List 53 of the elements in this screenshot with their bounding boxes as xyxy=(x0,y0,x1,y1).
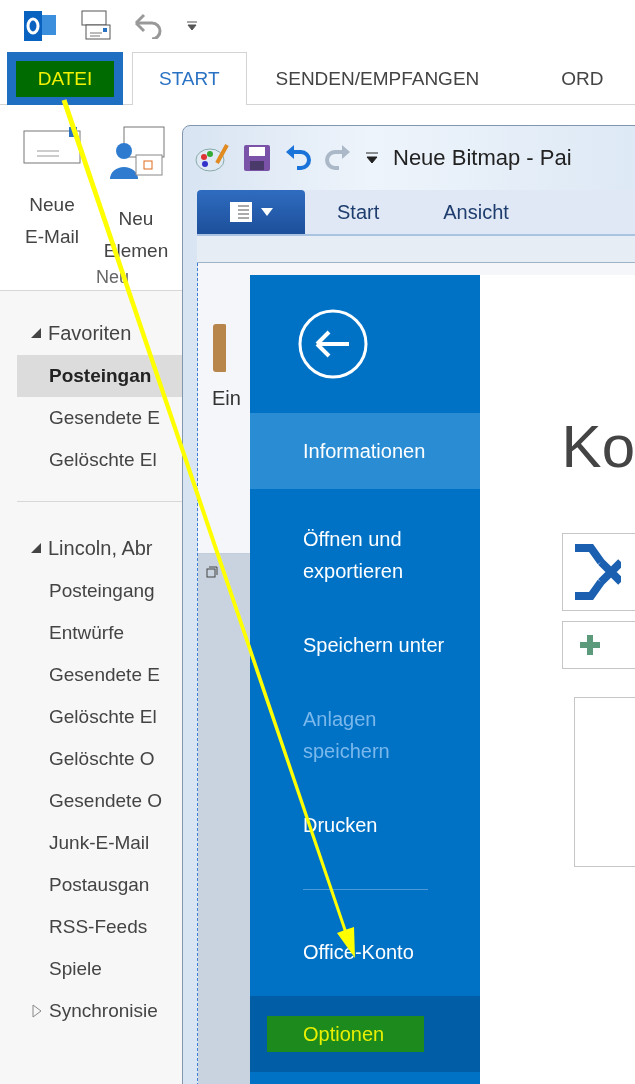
clipboard-icon[interactable] xyxy=(212,323,226,373)
document-icon xyxy=(229,201,253,223)
caret-icon[interactable] xyxy=(365,152,379,164)
restore-icon[interactable] xyxy=(206,566,218,578)
back-icon[interactable] xyxy=(297,308,369,380)
folder-group-label: Lincoln, Abr xyxy=(48,536,153,560)
send-receive-icon[interactable] xyxy=(78,9,112,43)
undo-icon[interactable] xyxy=(134,13,164,39)
folder-item[interactable]: Postausgan xyxy=(17,864,182,906)
folder-item[interactable]: Gelöschte El xyxy=(17,696,182,738)
ribbon-tab[interactable]: Ansicht xyxy=(411,190,541,234)
backstage-menu-item[interactable]: Optionen xyxy=(250,996,480,1072)
save-icon[interactable] xyxy=(243,144,271,172)
account-card[interactable] xyxy=(561,533,635,611)
ribbon-button-label[interactable]: Neue E-Mail xyxy=(25,189,79,253)
ribbon-tab[interactable]: Start xyxy=(305,190,412,234)
app-menu-button[interactable] xyxy=(197,190,305,234)
add-account-button[interactable] xyxy=(561,621,635,669)
folder-item[interactable]: Posteingan xyxy=(17,355,182,397)
folder-group-header[interactable]: Favoriten xyxy=(0,311,182,355)
backstage-menu-item[interactable]: Öffnen und exportieren xyxy=(250,509,480,601)
palette-icon[interactable] xyxy=(195,143,229,173)
folder-item[interactable]: Entwürfe xyxy=(17,612,182,654)
ribbon-tab[interactable]: START xyxy=(132,52,247,105)
folder-group-label: Favoriten xyxy=(48,321,132,345)
expanded-triangle-icon[interactable] xyxy=(30,327,42,339)
folder-group-header[interactable]: Lincoln, Abr xyxy=(0,526,182,570)
backstage-menu-item[interactable]: Informationen xyxy=(250,413,480,489)
folder-item[interactable]: Gesendete E xyxy=(17,654,182,696)
folder-label: Synchronisie xyxy=(49,1000,158,1022)
ribbon-tab[interactable]: SENDEN/EMPFANGEN xyxy=(248,52,507,105)
folder-item[interactable]: Spiele xyxy=(17,948,182,990)
folder-item[interactable]: Gesendete O xyxy=(17,780,182,822)
highlight-mark: DATEI xyxy=(15,60,115,97)
caret-icon xyxy=(261,208,273,216)
caret-icon[interactable] xyxy=(186,21,198,31)
outlook-logo-icon[interactable] xyxy=(24,11,56,41)
page-heading: Ko xyxy=(561,415,635,479)
folder-item[interactable]: RSS-Feeds xyxy=(17,906,182,948)
expanded-triangle-icon[interactable] xyxy=(30,542,42,554)
folder-item[interactable]: Posteingang xyxy=(17,570,182,612)
window-title: Neue Bitmap - Pai xyxy=(393,145,572,171)
ribbon-tab[interactable]: ORD xyxy=(534,52,631,105)
folder-item[interactable]: Junk-E-Mail xyxy=(17,822,182,864)
backstage-menu-item[interactable]: Speichern unter xyxy=(250,607,480,683)
plus-icon xyxy=(578,634,601,656)
folder-item[interactable]: Gelöschte El xyxy=(17,439,182,481)
collapsed-triangle-icon[interactable] xyxy=(31,1004,43,1018)
folder-item[interactable]: Gelöschte O xyxy=(17,738,182,780)
folder-item[interactable]: Synchronisie xyxy=(17,990,182,1032)
undo-icon[interactable] xyxy=(285,144,311,172)
folder-item[interactable]: Gesendete E xyxy=(17,397,182,439)
file-tab[interactable]: DATEI xyxy=(7,52,123,105)
